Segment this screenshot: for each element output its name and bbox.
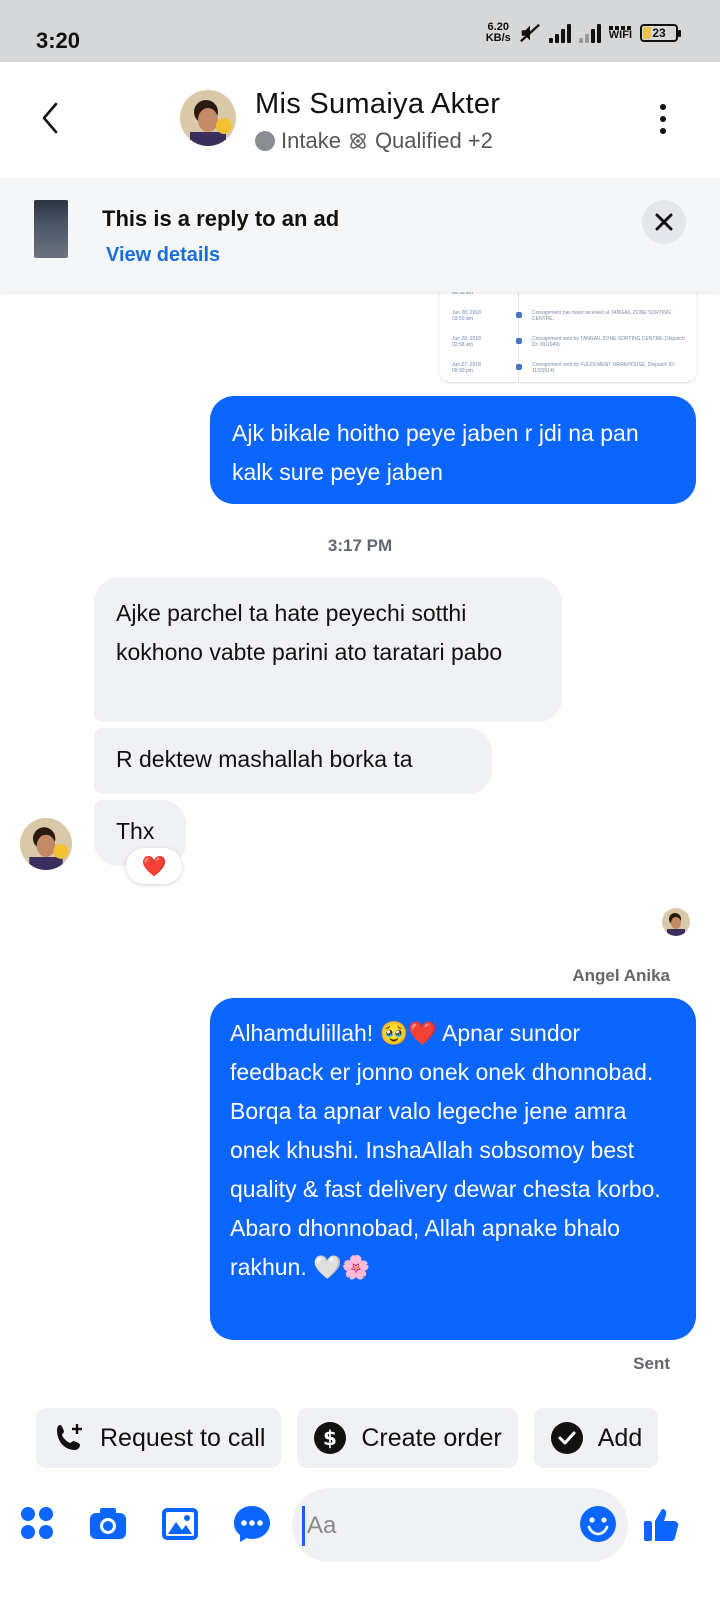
signal-icon (548, 23, 571, 43)
outgoing-message[interactable]: Alhamdulillah! 🥹❤️ Apnar sundor feedback… (210, 998, 696, 1340)
back-arrow-icon[interactable] (36, 98, 66, 138)
sender-name-label: Angel Anika (572, 966, 670, 985)
contact-avatar[interactable] (180, 90, 236, 146)
check-circle-icon (550, 1422, 583, 1454)
battery-fill (643, 27, 651, 39)
ad-thumbnail[interactable] (34, 200, 68, 258)
status-icons: 6.20 KB/s WIFI 23 (485, 21, 681, 44)
emoji-icon[interactable] (578, 1504, 618, 1544)
ad-reply-banner: This is a reply to an ad View details (0, 178, 720, 292)
svg-text:$: $ (323, 1426, 337, 1450)
tracking-row: 09:56 am (452, 290, 473, 296)
message-status: Sent (633, 1354, 670, 1373)
contact-labels[interactable]: Intake Qualified +2 (255, 128, 493, 154)
signal-icon-2 (578, 23, 601, 43)
dollar-icon: $ (314, 1422, 347, 1454)
seen-avatar (662, 908, 690, 936)
more-options-icon[interactable] (658, 104, 668, 134)
status-bar: 3:20 6.20 KB/s WIFI 23 (0, 0, 720, 62)
quick-actions-bar: Request to call $ Create order Add (36, 1408, 659, 1468)
label-intake: Intake (281, 128, 341, 153)
message-timestamp: 3:17 PM (327, 536, 393, 555)
chat-bubble-icon[interactable] (232, 1504, 272, 1544)
apps-grid-icon[interactable] (18, 1504, 58, 1544)
tracking-row: Jun 28, 2018 03:50 am Consignment has bee… (452, 310, 671, 322)
message-thread: 09:56 am Jun 28, 2018 03:50 am Consignmen… (0, 290, 720, 1402)
outgoing-message[interactable]: Ajk bikale hoitho peye jaben r jdi na pa… (210, 396, 696, 504)
gallery-icon[interactable] (160, 1504, 200, 1544)
tracking-screenshot-image[interactable]: 09:56 am Jun 28, 2018 03:50 am Consignmen… (440, 290, 696, 382)
system-nav-bar (0, 1568, 720, 1600)
create-order-label: Create order (361, 1423, 502, 1452)
tracking-row: Jun 27, 2018 09:30 pm Consignment sent by… (452, 362, 676, 374)
label-more-count: +2 (467, 128, 493, 153)
phone-plus-icon (57, 1424, 82, 1450)
mute-icon (519, 23, 540, 43)
label-qualified: Qualified (374, 128, 462, 153)
contact-name[interactable]: Mis Sumaiya Akter (255, 88, 500, 121)
request-call-label: Request to call (100, 1423, 266, 1452)
thumbs-up-icon[interactable] (642, 1504, 682, 1544)
view-details-link[interactable]: View details (106, 244, 220, 267)
request-call-button[interactable]: Request to call (36, 1408, 282, 1468)
message-input-placeholder: Aa (307, 1512, 337, 1539)
create-order-button[interactable]: $ Create order (297, 1408, 518, 1468)
wifi-icon: WIFI (609, 26, 632, 41)
stage-dot-icon (255, 131, 275, 151)
camera-icon[interactable] (88, 1504, 128, 1544)
add-button[interactable]: Add (533, 1408, 659, 1468)
close-icon (655, 213, 673, 231)
battery-icon: 23 (640, 24, 681, 42)
message-composer: Aa (0, 1484, 720, 1568)
incoming-message[interactable]: Ajke parchel ta hate peyechi sotthi kokh… (94, 578, 562, 722)
heart-reaction-icon[interactable]: ❤️ (126, 848, 182, 884)
ad-reply-title: This is a reply to an ad (102, 206, 340, 231)
incoming-message[interactable]: R dektew mashallah borka ta (94, 728, 492, 794)
close-banner-button[interactable] (642, 200, 686, 244)
text-cursor (302, 1506, 305, 1546)
network-speed: 6.20 KB/s (485, 21, 511, 44)
sender-avatar[interactable] (20, 818, 72, 870)
atom-icon (350, 133, 366, 149)
status-time: 3:20 (36, 28, 81, 53)
add-label: Add (597, 1423, 643, 1452)
tracking-row: Jun 28, 2018 02:58 am Consignment sent by… (452, 336, 685, 348)
conversation-header: Mis Sumaiya Akter Intake Qualified +2 (0, 62, 720, 178)
